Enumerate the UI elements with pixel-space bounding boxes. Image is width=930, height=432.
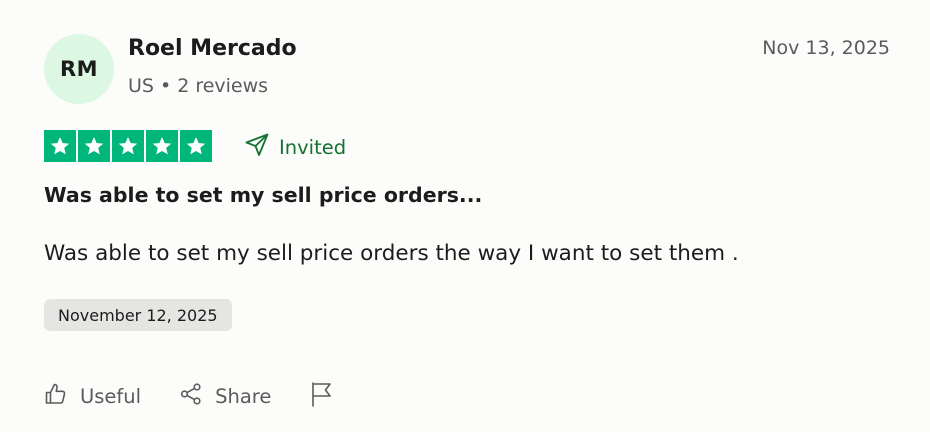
share-icon [179, 382, 203, 411]
experience-date-badge: November 12, 2025 [44, 299, 232, 331]
star-icon [44, 130, 76, 162]
star-icon [112, 130, 144, 162]
useful-label: Useful [80, 384, 142, 408]
star-icon [78, 130, 110, 162]
invited-label: Invited [279, 136, 347, 159]
author-country: US [128, 75, 154, 97]
meta-separator: • [159, 75, 172, 97]
star-icon [146, 130, 178, 162]
invited-badge[interactable]: Invited [244, 132, 346, 163]
useful-button[interactable]: Useful [44, 382, 141, 411]
author-meta: US • 2 reviews [128, 75, 268, 97]
star-icon [180, 130, 212, 162]
review-card: RM Roel Mercado US • 2 reviews Nov 13, 2… [0, 0, 930, 432]
review-title[interactable]: Was able to set my sell price orders... [44, 183, 482, 207]
report-button[interactable] [309, 380, 335, 413]
posted-date: Nov 13, 2025 [762, 37, 890, 59]
flag-icon [309, 380, 335, 413]
avatar[interactable]: RM [44, 34, 114, 104]
review-body: Was able to set my sell price orders the… [44, 241, 739, 266]
author-name[interactable]: Roel Mercado [128, 36, 297, 61]
thumbs-up-icon [44, 382, 68, 411]
send-icon [244, 132, 270, 163]
share-button[interactable]: Share [179, 382, 271, 411]
review-count: 2 reviews [177, 75, 269, 97]
review-actions: Useful Share [44, 378, 373, 414]
star-rating [44, 130, 212, 162]
share-label: Share [215, 384, 272, 408]
